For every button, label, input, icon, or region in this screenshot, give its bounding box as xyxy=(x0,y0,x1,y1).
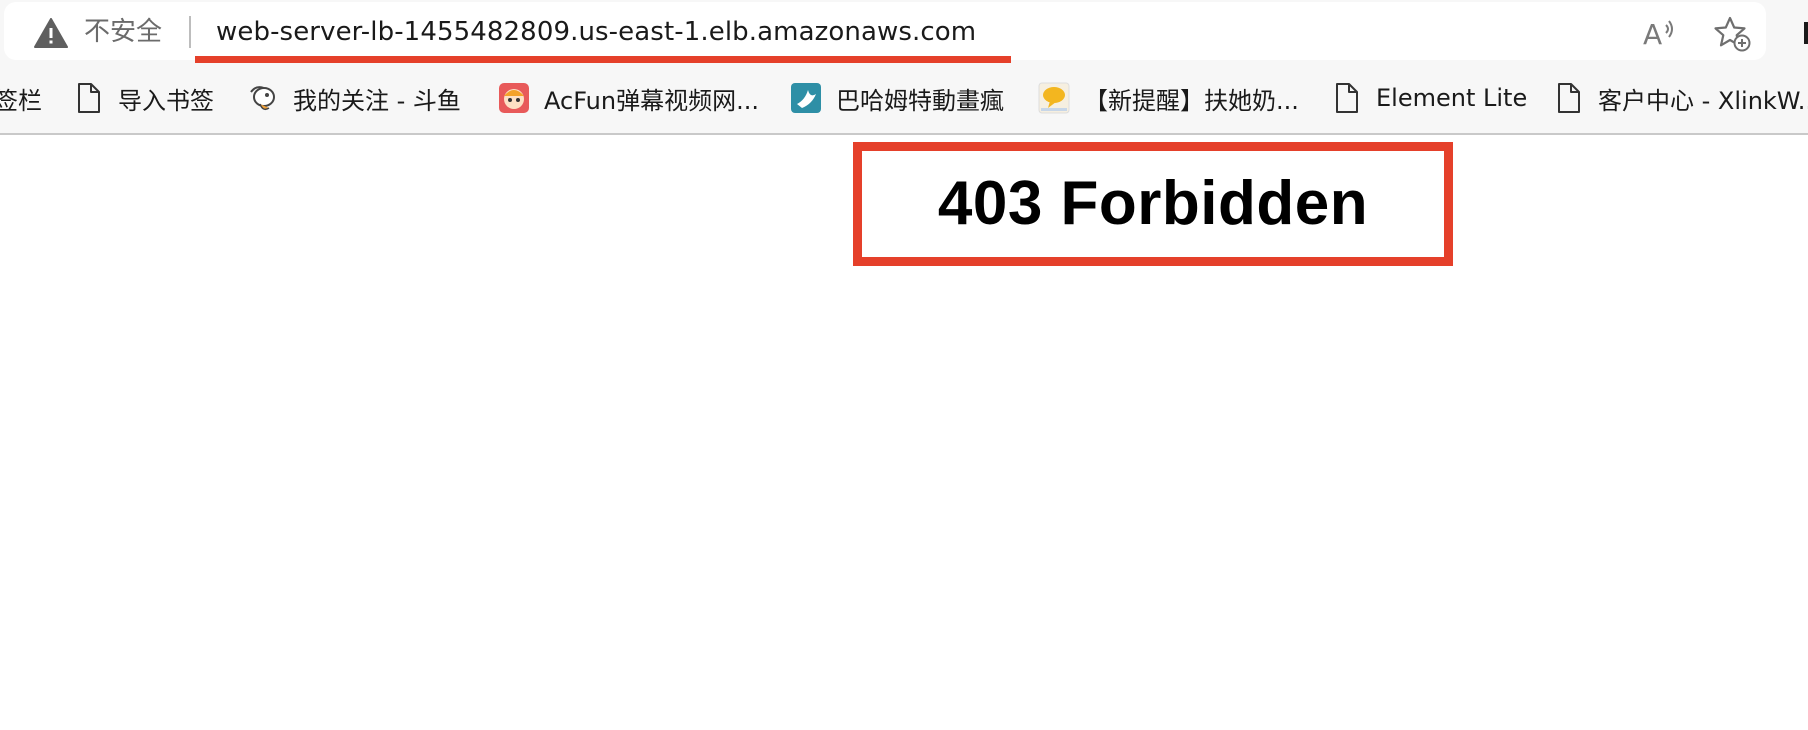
bookmark-label: 我的关注 - 斗鱼 xyxy=(293,86,461,115)
yellow-bubble-icon xyxy=(1038,82,1070,114)
bookmark-import[interactable]: 导入书签 xyxy=(72,76,214,120)
security-status-label[interactable]: 不安全 xyxy=(84,15,162,49)
bookmark-bar-folder[interactable]: 签栏 xyxy=(0,76,42,120)
bookmark-bahamut[interactable]: 巴哈姆特動畫瘋 xyxy=(790,76,1004,120)
browser-chrome: 不安全 web-server-lb-1455482809.us-east-1.e… xyxy=(0,0,1808,135)
bookmark-label: 【新提醒】扶她奶... xyxy=(1084,86,1299,115)
add-favorite-star-icon[interactable] xyxy=(1713,16,1751,52)
page-icon xyxy=(1336,83,1358,113)
acfun-icon xyxy=(499,83,529,113)
bookmark-label: 巴哈姆特動畫瘋 xyxy=(836,86,1004,115)
page-icon xyxy=(1558,83,1580,113)
url-text[interactable]: web-server-lb-1455482809.us-east-1.elb.a… xyxy=(216,15,976,49)
bookmark-label: Element Lite xyxy=(1376,84,1528,112)
page-icon xyxy=(78,83,100,113)
bookmark-acfun[interactable]: AcFun弹幕视频网... xyxy=(498,76,759,120)
bookmark-label: 导入书签 xyxy=(118,86,214,115)
bookmark-douyu[interactable]: 我的关注 - 斗鱼 xyxy=(247,76,461,120)
error-highlight-box: 403 Forbidden xyxy=(853,142,1453,266)
bookmark-label: 签栏 xyxy=(0,86,42,115)
address-bar[interactable]: 不安全 web-server-lb-1455482809.us-east-1.e… xyxy=(4,2,1766,60)
toolbar-edge-icon xyxy=(1804,22,1808,44)
warning-triangle-icon[interactable] xyxy=(34,18,68,48)
bookmark-customer-center[interactable]: 客户中心 - XlinkW... xyxy=(1552,76,1808,120)
bookmark-new-reminder[interactable]: 【新提醒】扶她奶... xyxy=(1038,76,1299,120)
bahamut-icon xyxy=(791,83,821,113)
bookmark-label: AcFun弹幕视频网... xyxy=(544,86,759,115)
url-highlight-underline xyxy=(195,56,1011,63)
douyu-icon xyxy=(250,86,275,111)
page-content: 403 Forbidden xyxy=(0,135,1808,730)
page-title: 403 Forbidden xyxy=(937,169,1369,238)
address-bar-divider xyxy=(189,16,191,48)
svg-text:A: A xyxy=(1643,18,1662,49)
bookmarks-bar: 签栏 导入书签 我的关注 - 斗鱼 xyxy=(0,76,1808,120)
bookmark-element-lite[interactable]: Element Lite xyxy=(1330,76,1527,120)
read-aloud-icon[interactable]: A xyxy=(1642,17,1676,49)
bookmark-label: 客户中心 - XlinkW... xyxy=(1598,86,1808,115)
